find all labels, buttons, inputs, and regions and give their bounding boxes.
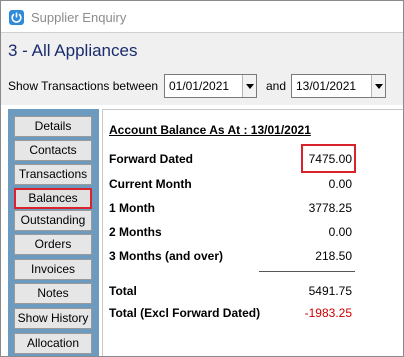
balances-panel: Account Balance As At : 13/01/2021 Forwa…: [102, 109, 403, 356]
nav-transactions-button[interactable]: Transactions: [14, 164, 92, 185]
title-bar: Supplier Enquiry: [1, 1, 403, 32]
power-icon: [9, 10, 24, 25]
date-from-value[interactable]: 01/01/2021: [169, 79, 229, 93]
three-months-label: 3 Months (and over): [109, 249, 224, 263]
date-to-value[interactable]: 13/01/2021: [296, 79, 356, 93]
total-separator: [259, 271, 355, 272]
nav-contacts-button[interactable]: Contacts: [14, 140, 92, 161]
total-excl-forward-label: Total (Excl Forward Dated): [109, 306, 261, 320]
current-month-label: Current Month: [109, 177, 192, 191]
chevron-down-icon: [246, 84, 254, 89]
window-title: Supplier Enquiry: [31, 10, 127, 25]
current-month-value: 0.00: [328, 177, 352, 191]
nav-invoices-button[interactable]: Invoices: [14, 259, 92, 280]
total-value: 5491.75: [308, 284, 352, 298]
range-label: Show Transactions between: [8, 79, 159, 93]
nav-details-button[interactable]: Details: [14, 116, 92, 137]
nav-notes-button[interactable]: Notes: [14, 283, 92, 304]
chevron-down-icon: [375, 84, 383, 89]
nav-show-history-button[interactable]: Show History: [14, 308, 92, 329]
nav-balances-button[interactable]: Balances: [14, 188, 92, 209]
date-from-dropdown-button[interactable]: [242, 75, 256, 97]
three-months-value: 218.50: [315, 249, 352, 263]
nav-orders-button[interactable]: Orders: [14, 234, 92, 255]
one-month-label: 1 Month: [109, 201, 155, 215]
total-label: Total: [109, 284, 137, 298]
date-to-picker[interactable]: 13/01/2021: [291, 74, 386, 98]
and-label: and: [266, 79, 287, 93]
two-months-label: 2 Months: [109, 225, 162, 239]
date-to-dropdown-button[interactable]: [371, 75, 385, 97]
forward-dated-label: Forward Dated: [109, 152, 194, 166]
forward-dated-value: 7475.00: [308, 152, 352, 166]
nav-outstanding-button[interactable]: Outstanding: [14, 210, 92, 231]
supplier-enquiry-window: Supplier Enquiry 3 - All Appliances Show…: [0, 0, 404, 357]
nav-allocation-button[interactable]: Allocation: [14, 333, 92, 354]
sidebar-nav: Details Contacts Transactions Balances O…: [8, 109, 99, 356]
date-from-picker[interactable]: 01/01/2021: [164, 74, 257, 98]
page-title: 3 - All Appliances: [8, 41, 138, 60]
total-excl-forward-value: -1983.25: [304, 306, 352, 320]
two-months-value: 0.00: [328, 225, 352, 239]
one-month-value: 3778.25: [308, 201, 352, 215]
account-balance-heading: Account Balance As At : 13/01/2021: [109, 123, 311, 137]
header-panel: 3 - All Appliances Show Transactions bet…: [1, 32, 403, 105]
